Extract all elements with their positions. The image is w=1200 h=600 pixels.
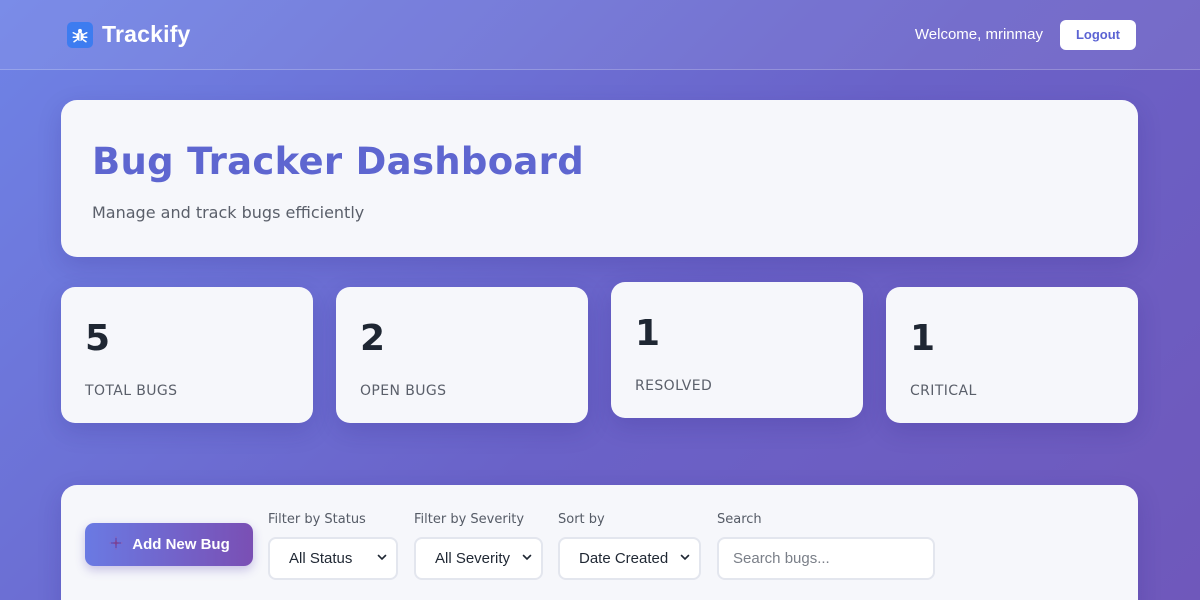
bug-icon xyxy=(67,21,93,48)
search-input[interactable] xyxy=(733,550,919,567)
stat-value: 1 xyxy=(910,318,936,359)
top-header: Trackify Welcome, mrinmay Logout xyxy=(0,0,1200,70)
brand-name: Trackify xyxy=(102,21,191,47)
brand[interactable]: Trackify xyxy=(67,21,191,48)
chevron-down-icon xyxy=(376,550,388,567)
stat-label: TOTAL BUGS xyxy=(85,383,178,399)
page-title: Bug Tracker Dashboard xyxy=(92,140,585,183)
chevron-down-icon xyxy=(521,550,533,567)
stat-value: 2 xyxy=(360,318,386,359)
logout-button[interactable]: Logout xyxy=(1060,19,1136,50)
severity-filter-label: Filter by Severity xyxy=(414,512,525,527)
sparkle-plus-icon xyxy=(108,535,124,555)
stat-label: CRITICAL xyxy=(910,383,977,399)
severity-filter-select[interactable]: All Severity xyxy=(414,537,543,580)
chevron-down-icon xyxy=(679,550,691,567)
status-filter-value: All Status xyxy=(289,550,353,567)
sort-value: Date Created xyxy=(579,550,669,567)
status-filter-select[interactable]: All Status xyxy=(268,537,398,580)
stat-value: 5 xyxy=(85,318,111,359)
welcome-text: Welcome, mrinmay xyxy=(914,26,1043,43)
add-new-bug-button[interactable]: Add New Bug xyxy=(85,523,253,566)
sort-select[interactable]: Date Created xyxy=(558,537,701,580)
stat-label: RESOLVED xyxy=(635,378,713,394)
bug-controls-panel: Add New Bug Filter by Status All Status … xyxy=(61,485,1138,600)
stat-card-total-bugs: 5 TOTAL BUGS xyxy=(61,287,313,423)
header-user-area: Welcome, mrinmay Logout xyxy=(914,19,1136,50)
sort-label: Sort by xyxy=(558,512,605,527)
add-new-bug-label: Add New Bug xyxy=(132,536,230,553)
stat-card-resolved: 1 RESOLVED xyxy=(611,282,863,418)
severity-filter-value: All Severity xyxy=(435,550,511,567)
stat-card-open-bugs: 2 OPEN BUGS xyxy=(336,287,588,423)
search-field: Search xyxy=(717,512,935,580)
status-filter-label: Filter by Status xyxy=(268,512,366,527)
stat-value: 1 xyxy=(635,313,661,354)
severity-filter-field: Filter by Severity All Severity xyxy=(414,512,543,580)
page-subtitle: Manage and track bugs efficiently xyxy=(92,202,365,222)
status-filter-field: Filter by Status All Status xyxy=(268,512,398,580)
stat-label: OPEN BUGS xyxy=(360,383,447,399)
dashboard-hero-card: Bug Tracker Dashboard Manage and track b… xyxy=(61,100,1138,257)
search-label: Search xyxy=(717,512,762,527)
sort-field: Sort by Date Created xyxy=(558,512,701,580)
search-box xyxy=(717,537,935,580)
stat-card-critical: 1 CRITICAL xyxy=(886,287,1138,423)
